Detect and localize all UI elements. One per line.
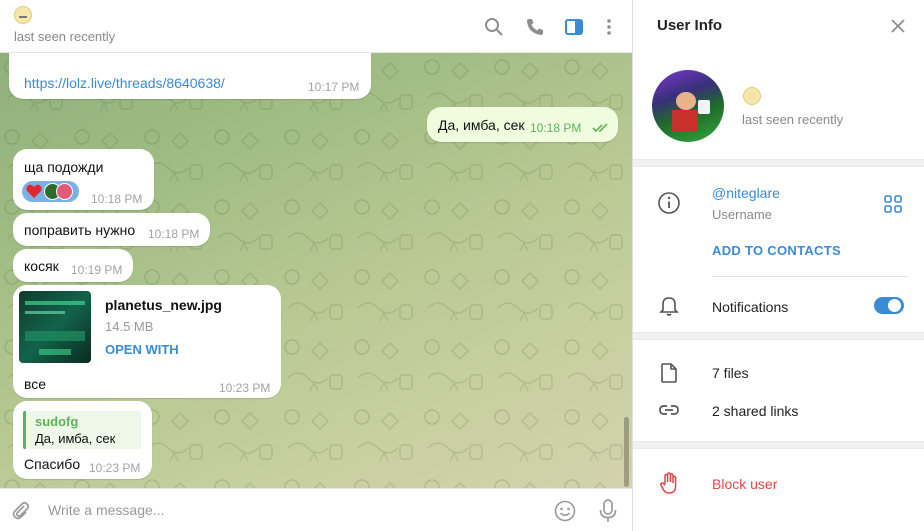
file-icon <box>661 363 677 383</box>
chat-pane: last seen recently https://lolz.live/thr… <box>0 0 632 531</box>
open-with-button[interactable]: OPEN WITH <box>105 342 179 357</box>
add-to-contacts-button[interactable]: ADD TO CONTACTS <box>712 243 841 258</box>
user-info-panel: User Info last seen recently @niteglare … <box>633 0 924 531</box>
contact-status: last seen recently <box>14 29 116 44</box>
message-text: Да, имба, сек <box>438 117 525 133</box>
hand-stop-icon <box>660 472 677 494</box>
search-icon[interactable] <box>480 13 508 41</box>
section-divider <box>633 332 924 340</box>
message-text: косяк <box>24 258 59 274</box>
file-thumbnail[interactable] <box>19 291 91 363</box>
chat-background: https://lolz.live/threads/8640638/ 10:17… <box>0 53 632 488</box>
telegram-window: last seen recently https://lolz.live/thr… <box>0 0 924 531</box>
message-time: 10:17 PM <box>308 80 360 94</box>
file-name[interactable]: planetus_new.jpg <box>105 297 222 313</box>
shared-links-row[interactable]: 2 shared links <box>712 403 798 419</box>
sidebar-toggle-icon[interactable] <box>560 13 588 41</box>
message-time: 10:23 PM <box>219 381 271 395</box>
heart-reaction-icon <box>26 184 42 198</box>
section-divider <box>633 441 924 449</box>
reply-text: Да, имба, сек <box>35 431 116 446</box>
contact-emoji[interactable] <box>14 6 32 24</box>
reply-author: sudofg <box>35 414 79 429</box>
message-composer <box>0 488 632 531</box>
message-text: все <box>24 376 47 392</box>
username-label: Username <box>712 207 772 222</box>
reactor-avatar <box>56 183 73 200</box>
message-text: поправить нужно <box>24 222 136 238</box>
message-file[interactable]: planetus_new.jpg 14.5 MB OPEN WITH все 1… <box>13 285 281 398</box>
message-time: 10:19 PM <box>71 263 123 277</box>
double-check-icon <box>592 123 608 133</box>
reaction-chip[interactable] <box>22 181 79 202</box>
message-incoming[interactable]: поправить нужно 10:18 PM <box>13 213 210 246</box>
chat-header: last seen recently <box>0 0 632 53</box>
block-user-button[interactable]: Block user <box>712 476 777 492</box>
notifications-label: Notifications <box>712 299 789 315</box>
profile-status: last seen recently <box>742 112 844 127</box>
bell-icon <box>659 297 679 316</box>
message-time: 10:18 PM <box>148 227 200 241</box>
scroll-thumb[interactable] <box>624 417 629 487</box>
message-input[interactable] <box>48 499 528 521</box>
message-incoming[interactable]: https://lolz.live/threads/8640638/ 10:17… <box>9 53 371 99</box>
message-link[interactable]: https://lolz.live/threads/8640638/ <box>24 75 225 91</box>
profile-emoji <box>743 87 761 105</box>
message-outgoing[interactable]: Да, имба, сек 10:18 PM <box>427 107 618 142</box>
message-incoming[interactable]: косяк 10:19 PM <box>13 249 133 282</box>
emoji-icon[interactable] <box>554 500 576 522</box>
microphone-icon[interactable] <box>598 499 618 523</box>
panel-title: User Info <box>657 17 723 34</box>
close-icon[interactable] <box>890 18 906 34</box>
avatar[interactable] <box>652 70 724 142</box>
phone-icon[interactable] <box>521 13 549 41</box>
message-text: ща подожди <box>24 159 104 175</box>
message-time: 10:23 PM <box>89 461 141 475</box>
message-time: 10:18 PM <box>530 121 582 135</box>
more-vertical-icon[interactable] <box>595 13 623 41</box>
message-incoming[interactable]: ща подожди 10:18 PM <box>13 149 154 210</box>
section-divider <box>633 159 924 167</box>
notifications-toggle[interactable] <box>874 297 904 314</box>
link-icon <box>659 405 679 415</box>
reply-preview[interactable]: sudofg Да, имба, сек <box>23 411 141 449</box>
message-reply[interactable]: sudofg Да, имба, сек Спасибо 10:23 PM <box>13 401 152 479</box>
file-size: 14.5 MB <box>105 319 154 334</box>
message-time: 10:18 PM <box>91 192 143 206</box>
info-icon <box>658 192 680 214</box>
chat-scrollbar[interactable] <box>624 57 629 487</box>
attach-icon[interactable] <box>11 501 31 521</box>
qr-code-icon[interactable] <box>884 195 902 213</box>
username-link[interactable]: @niteglare <box>712 185 780 201</box>
shared-files-row[interactable]: 7 files <box>712 365 749 381</box>
row-divider <box>712 276 908 277</box>
message-text: Спасибо <box>24 456 81 472</box>
